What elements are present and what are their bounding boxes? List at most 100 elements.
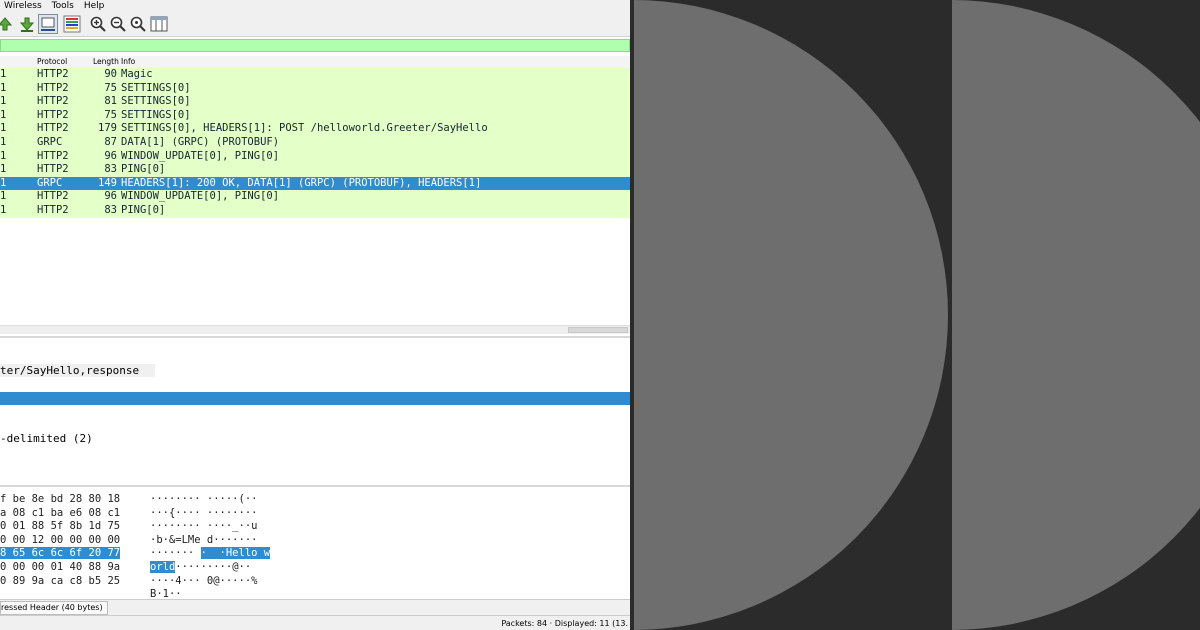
packet-row[interactable]: 1 HTTP2 75 SETTINGS[0] xyxy=(0,108,630,123)
packet-info: SETTINGS[0] xyxy=(121,81,191,94)
ascii-bytes: ········ ····_··u xyxy=(150,520,257,534)
ascii-bytes: ···{···· ········ xyxy=(150,507,257,521)
hex-text: 0 89 9a ca c8 b5 25 xyxy=(0,574,121,587)
packet-length: 87 xyxy=(104,135,117,148)
zoom-in-icon[interactable] xyxy=(89,15,107,33)
display-filter-input[interactable] xyxy=(0,39,630,52)
half-circle-shape xyxy=(634,0,948,630)
packet-row[interactable]: 1 HTTP2 81 SETTINGS[0] xyxy=(0,95,630,109)
packet-row[interactable]: 1 GRPC 87 DATA[1] (GRPC) (PROTOBUF) xyxy=(0,135,630,150)
bytes-row[interactable]: 0 01 88 5f 8b 1d 75 ········ ····_··u xyxy=(0,520,630,534)
hex-text: 0 00 00 01 40 88 9a xyxy=(0,561,121,573)
go-first-icon[interactable] xyxy=(0,15,14,33)
packet-length: 81 xyxy=(104,95,117,108)
ascii-text: ····4··· 0@·····% xyxy=(150,574,258,587)
bytes-row[interactable]: a 08 c1 ba e6 08 c1 ···{···· ········ xyxy=(0,507,630,521)
bytes-tab-bar: ressed Header (40 bytes) xyxy=(0,599,630,615)
packet-row[interactable]: 1 HTTP2 83 PING[0] xyxy=(0,163,630,177)
ascii-text: ········ ····_··u xyxy=(150,520,258,533)
bytes-row[interactable]: 0 00 12 00 00 00 00 ·b·&=LMe d······· xyxy=(0,534,630,548)
packet-protocol: HTTP2 xyxy=(37,108,69,121)
hex-bytes: 0 00 12 00 00 00 00 xyxy=(0,534,120,548)
packet-row[interactable]: 1 HTTP2 90 Magic xyxy=(0,68,630,82)
menu-help[interactable]: Help xyxy=(84,1,105,11)
packet-number: 1 xyxy=(0,68,7,80)
packet-length: 96 xyxy=(104,149,117,162)
hex-text: a 08 c1 ba e6 08 c1 xyxy=(0,506,121,519)
zoom-reset-icon[interactable] xyxy=(129,15,147,33)
packet-list-horizontal-scrollbar[interactable] xyxy=(0,325,630,334)
packet-info: SETTINGS[0] xyxy=(121,108,191,121)
packet-number: 1 xyxy=(0,135,7,148)
packet-row[interactable]: 1 HTTP2 96 WINDOW_UPDATE[0], PING[0] xyxy=(0,190,630,204)
packet-length: 179 xyxy=(98,122,117,135)
packet-info: PING[0] xyxy=(121,203,166,216)
packet-length: 83 xyxy=(104,203,117,216)
bytes-row[interactable]: 8 65 6c 6c 6f 20 77 ······· · ·Hello w xyxy=(0,547,630,561)
hex-bytes: 8 65 6c 6c 6f 20 77 xyxy=(0,547,121,561)
ascii-highlight: orld xyxy=(150,561,176,573)
packet-info: WINDOW_UPDATE[0], PING[0] xyxy=(121,149,280,162)
packet-number: 1 xyxy=(0,149,7,162)
packet-protocol: HTTP2 xyxy=(37,149,69,162)
detail-row-delimited[interactable]: -delimited (2) xyxy=(0,432,630,445)
packet-number: 1 xyxy=(0,163,7,176)
go-last-icon[interactable] xyxy=(18,15,36,33)
packet-info: DATA[1] (GRPC) (PROTOBUF) xyxy=(121,135,280,148)
hex-text: 0 01 88 5f 8b 1d 75 xyxy=(0,520,121,533)
packet-list: 1 HTTP2 90 Magic 1 HTTP2 75 SETTINGS[0] 1 HTTP2 81… xyxy=(0,68,630,218)
hex-bytes: a 08 c1 ba e6 08 c1 xyxy=(0,507,120,521)
packet-row[interactable]: 1 HTTP2 75 SETTINGS[0] xyxy=(0,81,630,96)
packet-number: 1 xyxy=(0,81,7,94)
packet-length: 96 xyxy=(104,190,117,203)
packet-info: PING[0] xyxy=(121,163,166,176)
column-info[interactable]: Info xyxy=(121,56,135,68)
menu-tools[interactable]: Tools xyxy=(52,1,74,11)
packet-row[interactable]: 1 GRPC 149 HEADERS[1]: 200 OK, DATA[1] (GRP… xyxy=(0,176,630,191)
packet-info: Magic xyxy=(121,68,153,80)
ascii-text: ·········@·· xyxy=(175,561,252,573)
column-protocol[interactable]: Protocol xyxy=(37,56,67,68)
autoscroll-icon[interactable] xyxy=(38,14,58,34)
hex-bytes: 0 89 9a ca c8 b5 25 xyxy=(0,575,120,589)
zoom-out-icon[interactable] xyxy=(109,15,127,33)
packet-length: 75 xyxy=(104,108,117,121)
hex-text: 0 00 12 00 00 00 00 xyxy=(0,533,121,546)
packet-protocol: GRPC xyxy=(37,176,63,189)
bytes-row[interactable]: f be 8e bd 28 80 18 ········ ·····(·· xyxy=(0,493,630,507)
packet-length: 83 xyxy=(104,163,117,176)
packet-details-pane: ter/SayHello,response -delimited (2) xyxy=(0,340,630,485)
scrollbar-thumb[interactable] xyxy=(568,327,628,333)
wireshark-window: Wireless Tools Help Protocol Length Info 1… xyxy=(0,0,630,630)
packet-row[interactable]: 1 HTTP2 179 SETTINGS[0], HEADERS[1]: POST /… xyxy=(0,122,630,136)
bytes-row[interactable]: 0 89 9a ca c8 b5 25 ····4··· 0@·····% xyxy=(0,575,630,589)
column-length[interactable]: Length xyxy=(93,56,119,68)
packet-protocol: HTTP2 xyxy=(37,190,69,203)
packet-number: 1 xyxy=(0,108,7,121)
ascii-text: ···{···· ········ xyxy=(150,506,258,519)
pane-splitter[interactable] xyxy=(0,336,630,338)
detail-row-selected[interactable] xyxy=(0,392,630,405)
menu-wireless[interactable]: Wireless xyxy=(4,1,42,11)
packet-protocol: HTTP2 xyxy=(37,163,69,176)
packet-row[interactable]: 1 HTTP2 96 WINDOW_UPDATE[0], PING[0] xyxy=(0,149,630,164)
half-circle-shape xyxy=(952,0,1200,630)
packet-protocol: GRPC xyxy=(37,135,63,148)
detail-row-path[interactable]: ter/SayHello,response xyxy=(0,364,155,377)
ascii-bytes: orld·········@·· xyxy=(150,561,251,575)
packet-info: WINDOW_UPDATE[0], PING[0] xyxy=(121,190,280,203)
main-toolbar xyxy=(0,13,630,37)
resize-columns-icon[interactable] xyxy=(150,15,168,33)
packet-info: SETTINGS[0] xyxy=(121,95,191,108)
packet-number: 1 xyxy=(0,95,7,108)
packet-protocol: HTTP2 xyxy=(37,81,69,94)
colorize-icon[interactable] xyxy=(63,15,81,33)
ascii-text: ······· xyxy=(150,547,201,560)
tab-decompressed-header[interactable]: ressed Header (40 bytes) xyxy=(0,601,108,615)
packet-length: 149 xyxy=(98,176,117,189)
packet-row[interactable]: 1 HTTP2 83 PING[0] xyxy=(0,203,630,218)
ascii-bytes: ····4··· 0@·····% xyxy=(150,575,257,589)
packet-info: SETTINGS[0], HEADERS[1]: POST /helloworl… xyxy=(121,122,488,135)
menu-bar: Wireless Tools Help xyxy=(0,0,630,13)
bytes-row[interactable]: 0 00 00 01 40 88 9a orld·········@·· xyxy=(0,561,630,575)
